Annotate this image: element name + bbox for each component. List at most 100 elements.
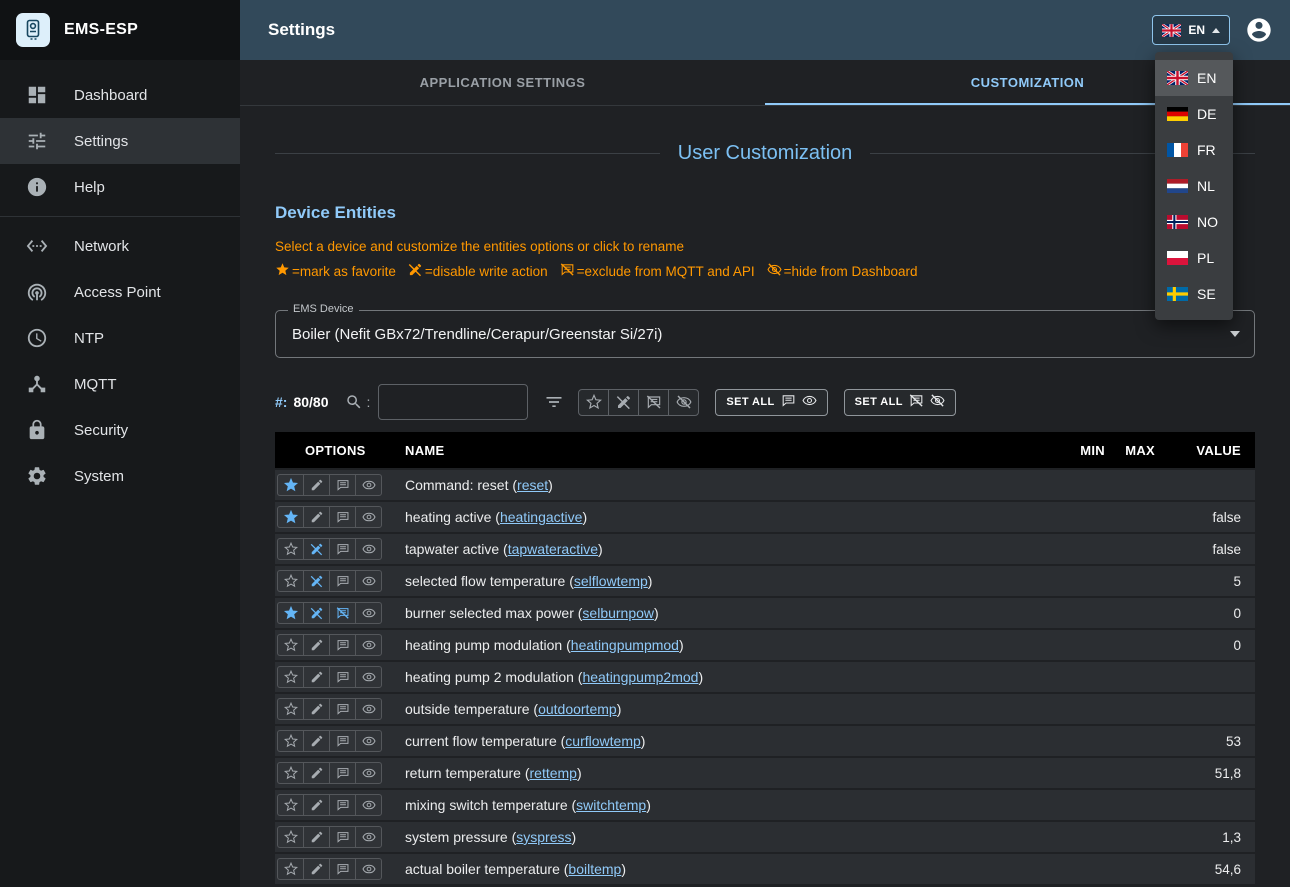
- entity-name[interactable]: heating pump 2 modulation (heatingpump2m…: [397, 669, 1047, 685]
- favorite-toggle[interactable]: [277, 698, 304, 720]
- filter-write-toggle[interactable]: [608, 389, 639, 416]
- favorite-toggle[interactable]: [277, 634, 304, 656]
- entity-name[interactable]: burner selected max power (selburnpow): [397, 605, 1047, 621]
- sidebar-item-security[interactable]: Security: [0, 407, 240, 453]
- entity-name[interactable]: outside temperature (outdoortemp): [397, 701, 1047, 717]
- mqtt-exclude-toggle[interactable]: [329, 730, 356, 752]
- sidebar-item-ntp[interactable]: NTP: [0, 315, 240, 361]
- favorite-toggle[interactable]: [277, 858, 304, 880]
- hide-toggle[interactable]: [355, 666, 382, 688]
- hide-toggle[interactable]: [355, 762, 382, 784]
- sidebar-item-settings[interactable]: Settings: [0, 118, 240, 164]
- entity-name[interactable]: system pressure (syspress): [397, 829, 1047, 845]
- hide-toggle[interactable]: [355, 506, 382, 528]
- disable-write-toggle[interactable]: [303, 570, 330, 592]
- entity-name[interactable]: current flow temperature (curflowtemp): [397, 733, 1047, 749]
- disable-write-toggle[interactable]: [303, 602, 330, 624]
- disable-write-toggle[interactable]: [303, 794, 330, 816]
- favorite-toggle[interactable]: [277, 570, 304, 592]
- entity-shortname-link[interactable]: heatingpumpmod: [571, 637, 679, 653]
- tab-application-settings[interactable]: APPLICATION SETTINGS: [240, 60, 765, 105]
- entity-shortname-link[interactable]: boiltemp: [568, 861, 621, 877]
- disable-write-toggle[interactable]: [303, 538, 330, 560]
- hide-toggle[interactable]: [355, 570, 382, 592]
- disable-write-toggle[interactable]: [303, 826, 330, 848]
- favorite-toggle[interactable]: [277, 538, 304, 560]
- disable-write-toggle[interactable]: [303, 634, 330, 656]
- language-option-nl[interactable]: NL: [1155, 168, 1233, 204]
- hide-toggle[interactable]: [355, 474, 382, 496]
- entity-name[interactable]: heating active (heatingactive): [397, 509, 1047, 525]
- entity-shortname-link[interactable]: selflowtemp: [574, 573, 648, 589]
- filter-favorite-toggle[interactable]: [578, 389, 609, 416]
- mqtt-exclude-toggle[interactable]: [329, 570, 356, 592]
- mqtt-exclude-toggle[interactable]: [329, 698, 356, 720]
- entity-shortname-link[interactable]: tapwateractive: [508, 541, 598, 557]
- entity-name[interactable]: tapwater active (tapwateractive): [397, 541, 1047, 557]
- favorite-toggle[interactable]: [277, 666, 304, 688]
- language-option-se[interactable]: SE: [1155, 276, 1233, 312]
- entity-name[interactable]: heating pump modulation (heatingpumpmod): [397, 637, 1047, 653]
- favorite-toggle[interactable]: [277, 730, 304, 752]
- entity-shortname-link[interactable]: outdoortemp: [538, 701, 617, 717]
- disable-write-toggle[interactable]: [303, 858, 330, 880]
- entity-shortname-link[interactable]: rettemp: [530, 765, 577, 781]
- mqtt-exclude-toggle[interactable]: [329, 634, 356, 656]
- language-option-fr[interactable]: FR: [1155, 132, 1233, 168]
- hide-toggle[interactable]: [355, 730, 382, 752]
- hide-toggle[interactable]: [355, 538, 382, 560]
- hide-toggle[interactable]: [355, 602, 382, 624]
- set-all-exclude-button[interactable]: SET ALL: [844, 389, 956, 416]
- favorite-toggle[interactable]: [277, 506, 304, 528]
- entity-shortname-link[interactable]: switchtemp: [576, 797, 646, 813]
- mqtt-exclude-toggle[interactable]: [329, 762, 356, 784]
- account-button[interactable]: [1244, 15, 1274, 45]
- entity-name[interactable]: selected flow temperature (selflowtemp): [397, 573, 1047, 589]
- entity-shortname-link[interactable]: reset: [517, 477, 548, 493]
- ems-device-select[interactable]: EMS Device Boiler (Nefit GBx72/Trendline…: [275, 310, 1255, 358]
- mqtt-exclude-toggle[interactable]: [329, 666, 356, 688]
- mqtt-exclude-toggle[interactable]: [329, 602, 356, 624]
- set-all-include-button[interactable]: SET ALL: [715, 389, 827, 416]
- favorite-toggle[interactable]: [277, 762, 304, 784]
- language-option-en[interactable]: EN: [1155, 60, 1233, 96]
- mqtt-exclude-toggle[interactable]: [329, 826, 356, 848]
- favorite-toggle[interactable]: [277, 826, 304, 848]
- mqtt-exclude-toggle[interactable]: [329, 506, 356, 528]
- filter-mqtt-toggle[interactable]: [638, 389, 669, 416]
- entity-name[interactable]: Command: reset (reset): [397, 477, 1047, 493]
- favorite-toggle[interactable]: [277, 794, 304, 816]
- disable-write-toggle[interactable]: [303, 698, 330, 720]
- search-input[interactable]: [378, 384, 528, 420]
- entity-shortname-link[interactable]: selburnpow: [582, 605, 654, 621]
- hide-toggle[interactable]: [355, 826, 382, 848]
- language-option-de[interactable]: DE: [1155, 96, 1233, 132]
- disable-write-toggle[interactable]: [303, 762, 330, 784]
- entity-name[interactable]: return temperature (rettemp): [397, 765, 1047, 781]
- hide-toggle[interactable]: [355, 858, 382, 880]
- disable-write-toggle[interactable]: [303, 506, 330, 528]
- entity-name[interactable]: mixing switch temperature (switchtemp): [397, 797, 1047, 813]
- entity-name[interactable]: actual boiler temperature (boiltemp): [397, 861, 1047, 877]
- hide-toggle[interactable]: [355, 794, 382, 816]
- sidebar-item-network[interactable]: Network: [0, 223, 240, 269]
- mqtt-exclude-toggle[interactable]: [329, 538, 356, 560]
- mqtt-exclude-toggle[interactable]: [329, 474, 356, 496]
- filter-hide-toggle[interactable]: [668, 389, 699, 416]
- entity-shortname-link[interactable]: heatingactive: [500, 509, 583, 525]
- language-option-pl[interactable]: PL: [1155, 240, 1233, 276]
- sidebar-item-dashboard[interactable]: Dashboard: [0, 72, 240, 118]
- mqtt-exclude-toggle[interactable]: [329, 858, 356, 880]
- mqtt-exclude-toggle[interactable]: [329, 794, 356, 816]
- entity-shortname-link[interactable]: syspress: [516, 829, 571, 845]
- entity-shortname-link[interactable]: curflowtemp: [565, 733, 640, 749]
- hide-toggle[interactable]: [355, 634, 382, 656]
- sidebar-item-help[interactable]: Help: [0, 164, 240, 210]
- disable-write-toggle[interactable]: [303, 474, 330, 496]
- sidebar-item-system[interactable]: System: [0, 453, 240, 499]
- favorite-toggle[interactable]: [277, 602, 304, 624]
- language-option-no[interactable]: NO: [1155, 204, 1233, 240]
- entity-shortname-link[interactable]: heatingpump2mod: [582, 669, 698, 685]
- sidebar-item-mqtt[interactable]: MQTT: [0, 361, 240, 407]
- filter-list-icon[interactable]: [544, 392, 564, 412]
